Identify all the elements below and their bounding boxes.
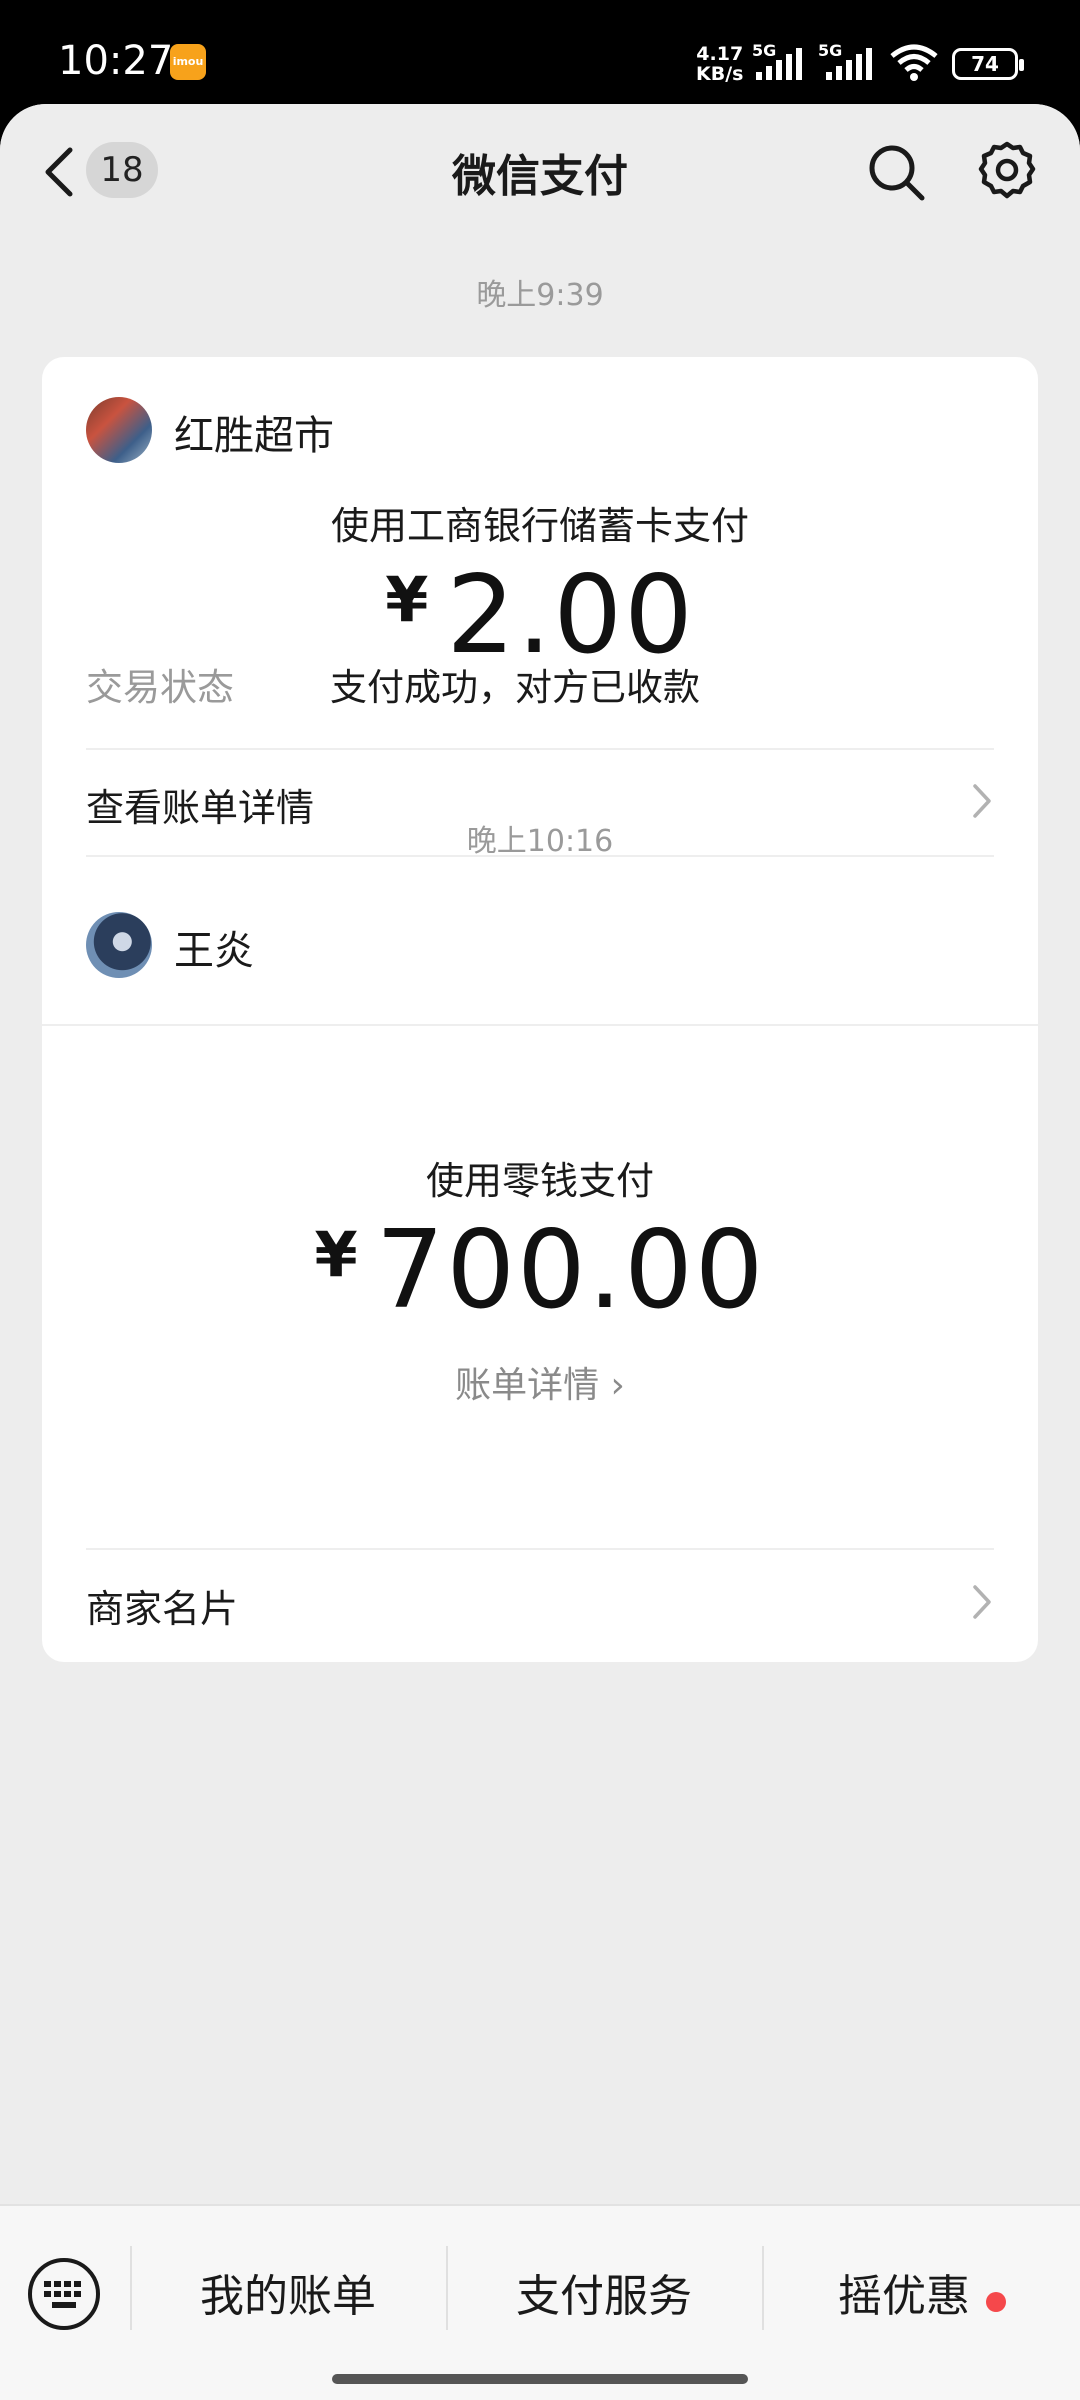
network-speed-value: 4.17 bbox=[696, 43, 744, 65]
menu-shake-offers[interactable]: 摇优惠 bbox=[764, 2260, 1044, 2324]
cell-signal-icon-2: 5G bbox=[818, 42, 872, 80]
imou-app-icon: imou bbox=[170, 44, 206, 80]
merchant-name[interactable]: 王炎 bbox=[174, 918, 254, 976]
merchant-avatar[interactable] bbox=[86, 397, 152, 463]
status-bar: 10:27 imou 4.17 KB/s 5G 5G 74 bbox=[0, 0, 1080, 110]
notification-dot bbox=[986, 2292, 1006, 2312]
wechat-pay-screen: 18 微信支付 晚上9:39 红胜超市 使用工商银行储蓄卡支付 ¥2.00 交易… bbox=[0, 104, 1080, 2400]
status-time: 10:27 bbox=[58, 38, 174, 84]
payment-method: 使用零钱支付 bbox=[425, 1159, 654, 1203]
signal-label-2: 5G bbox=[818, 42, 842, 60]
battery-indicator: 74 bbox=[952, 48, 1024, 80]
menu-payment-services[interactable]: 支付服务 bbox=[448, 2260, 760, 2324]
divider bbox=[42, 1024, 1038, 1026]
cell-signal-icon: 5G bbox=[752, 42, 802, 80]
status-label: 交易状态 bbox=[86, 666, 234, 709]
chevron-right-icon bbox=[973, 1585, 991, 1619]
home-indicator[interactable] bbox=[332, 2374, 748, 2384]
amount-value: 700.00 bbox=[375, 1208, 766, 1333]
keyboard-icon[interactable] bbox=[26, 2256, 102, 2332]
payment-method: 使用工商银行储蓄卡支付 bbox=[330, 504, 749, 548]
chevron-right-icon bbox=[973, 784, 991, 818]
gear-icon[interactable] bbox=[976, 140, 1038, 202]
network-speed: 4.17 KB/s bbox=[696, 44, 743, 84]
merchant-card-link[interactable]: 商家名片 bbox=[86, 1548, 994, 1656]
currency-symbol: ¥ bbox=[314, 1218, 358, 1291]
battery-level: 74 bbox=[971, 52, 999, 76]
bottom-menu-bar: 我的账单 支付服务 摇优惠 bbox=[0, 2204, 1080, 2400]
nav-bar: 18 微信支付 bbox=[0, 104, 1080, 236]
network-speed-unit: KB/s bbox=[696, 63, 744, 85]
currency-symbol: ¥ bbox=[385, 563, 429, 636]
merchant-name[interactable]: 红胜超市 bbox=[174, 403, 334, 461]
message-timestamp: 晚上9:39 bbox=[476, 278, 604, 313]
menu-my-bills[interactable]: 我的账单 bbox=[132, 2260, 444, 2324]
message-timestamp: 晚上10:16 bbox=[466, 824, 614, 859]
payment-amount: ¥700.00 bbox=[42, 1208, 1038, 1333]
bill-details-link[interactable]: 账单详情 › bbox=[42, 1356, 1038, 1408]
search-icon[interactable] bbox=[866, 142, 926, 202]
payer-avatar[interactable] bbox=[86, 912, 152, 978]
status-value: 支付成功，对方已收款 bbox=[330, 666, 700, 709]
merchant-card-label: 商家名片 bbox=[86, 1587, 239, 1631]
wifi-icon bbox=[890, 44, 938, 81]
payment-card: 王炎 使用零钱支付 ¥700.00 账单详情 › 商家名片 bbox=[42, 872, 1038, 1662]
signal-label-1: 5G bbox=[752, 42, 776, 60]
